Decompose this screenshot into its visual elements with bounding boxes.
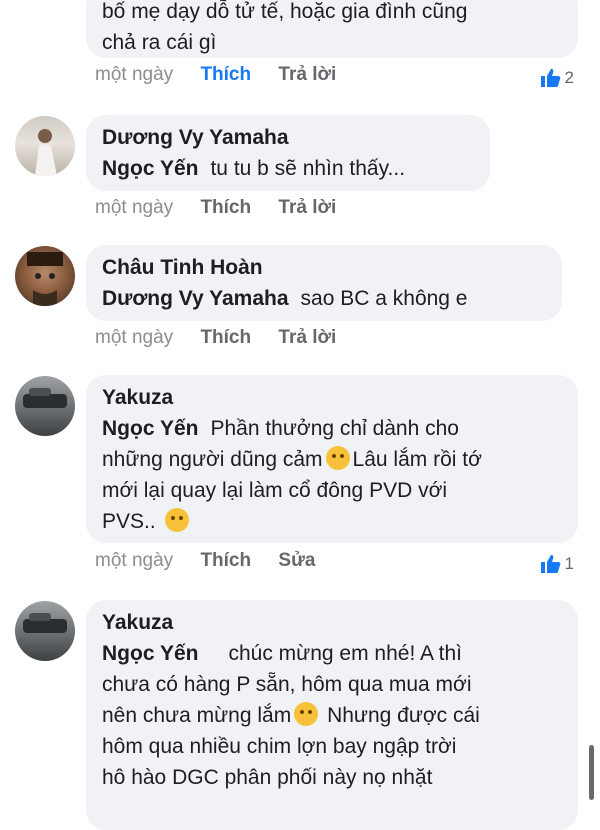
comment-actions-4: một ngày Thích Sửa xyxy=(95,550,337,572)
comment-text: chúc mừng em nhé! A thì xyxy=(228,642,462,665)
comment-text: Lâu lắm rồi tớ xyxy=(352,448,482,471)
comment-text: Phần thưởng chỉ dành cho xyxy=(210,417,459,440)
comment-text: những người dũng cảm xyxy=(102,448,323,471)
like-button[interactable]: Thích xyxy=(200,327,251,348)
avatar[interactable] xyxy=(15,246,75,306)
grinning-face-emoji-icon xyxy=(294,702,319,726)
comment-text: tu tu b sẽ nhìn thấy... xyxy=(210,157,406,180)
avatar[interactable] xyxy=(15,116,75,176)
comment-bubble-1: bố mẹ dạy dỗ tử tế, hoặc gia đình cũng c… xyxy=(86,0,578,58)
comment-actions-1: một ngày Thích Trả lời xyxy=(95,64,358,86)
comment-text: sao BC a không e xyxy=(300,287,468,310)
mention-tag[interactable]: Ngọc Yến xyxy=(102,642,198,665)
scrollbar[interactable] xyxy=(589,745,594,800)
likes-count: 1 xyxy=(564,554,574,573)
car-photo-icon xyxy=(23,388,67,408)
reply-button[interactable]: Trả lời xyxy=(278,327,336,348)
comment-time: một ngày xyxy=(95,197,174,218)
comment-author[interactable]: Yakuza xyxy=(102,383,562,413)
comment-text: Nhưng được cái xyxy=(327,704,480,727)
comment-text: PVS.. xyxy=(102,510,156,533)
like-button[interactable]: Thích xyxy=(200,197,251,218)
person-photo-icon xyxy=(35,129,57,176)
comment-time: một ngày xyxy=(95,550,174,571)
thumbs-up-icon xyxy=(540,555,560,573)
avatar[interactable] xyxy=(15,601,75,661)
comment-text: nên chưa mừng lắm xyxy=(102,704,292,727)
hugging-face-emoji-icon xyxy=(164,508,189,532)
edit-button[interactable]: Sửa xyxy=(278,550,315,571)
like-button[interactable]: Thích xyxy=(200,550,251,571)
likes-count: 2 xyxy=(564,68,574,87)
person-photo-icon xyxy=(27,252,63,306)
winking-face-emoji-icon xyxy=(325,446,350,470)
reply-button[interactable]: Trả lời xyxy=(278,197,336,218)
comment-time: một ngày xyxy=(95,64,174,85)
car-photo-icon xyxy=(23,613,67,633)
reply-button[interactable]: Trả lời xyxy=(278,64,336,85)
comment-author[interactable]: Yakuza xyxy=(102,608,562,638)
comment-text: hôm qua nhiều chim lợn bay ngập trời xyxy=(102,735,457,758)
mention-tag[interactable]: Ngọc Yến xyxy=(102,157,198,180)
comment-text: bố mẹ dạy dỗ tử tế, hoặc gia đình cũng xyxy=(102,0,468,23)
mention-tag[interactable]: Dương Vy Yamaha xyxy=(102,287,289,310)
comment-actions-2: một ngày Thích Trả lời xyxy=(95,197,358,219)
comment-bubble-5: Yakuza Ngọc Yến chúc mừng em nhé! A thì c… xyxy=(86,600,578,830)
comment-text: mới lại quay lại làm cổ đông PVD với xyxy=(102,479,448,502)
comment-time: một ngày xyxy=(95,327,174,348)
comment-text: chả ra cái gì xyxy=(102,31,217,54)
comment-author[interactable]: Dương Vy Yamaha xyxy=(102,123,474,153)
thumbs-up-icon xyxy=(540,69,560,87)
comment-author[interactable]: Châu Tinh Hoàn xyxy=(102,253,546,283)
mention-tag[interactable]: Ngọc Yến xyxy=(102,417,198,440)
likes-count-badge[interactable]: 1 xyxy=(540,554,574,574)
comment-bubble-3: Châu Tinh Hoàn Dương Vy Yamaha sao BC a k… xyxy=(86,245,562,321)
comment-text: chưa có hàng P sẵn, hôm qua mua mới xyxy=(102,673,472,696)
comment-bubble-2: Dương Vy Yamaha Ngọc Yến tu tu b sẽ nhìn … xyxy=(86,115,490,191)
comment-bubble-4: Yakuza Ngọc Yến Phần thưởng chỉ dành cho … xyxy=(86,375,578,543)
like-button[interactable]: Thích xyxy=(200,64,251,85)
comment-actions-3: một ngày Thích Trả lời xyxy=(95,327,358,349)
likes-count-badge[interactable]: 2 xyxy=(540,68,574,88)
comment-text: hô hào DGC phân phối này nọ nhặt xyxy=(102,766,433,789)
avatar[interactable] xyxy=(15,376,75,436)
